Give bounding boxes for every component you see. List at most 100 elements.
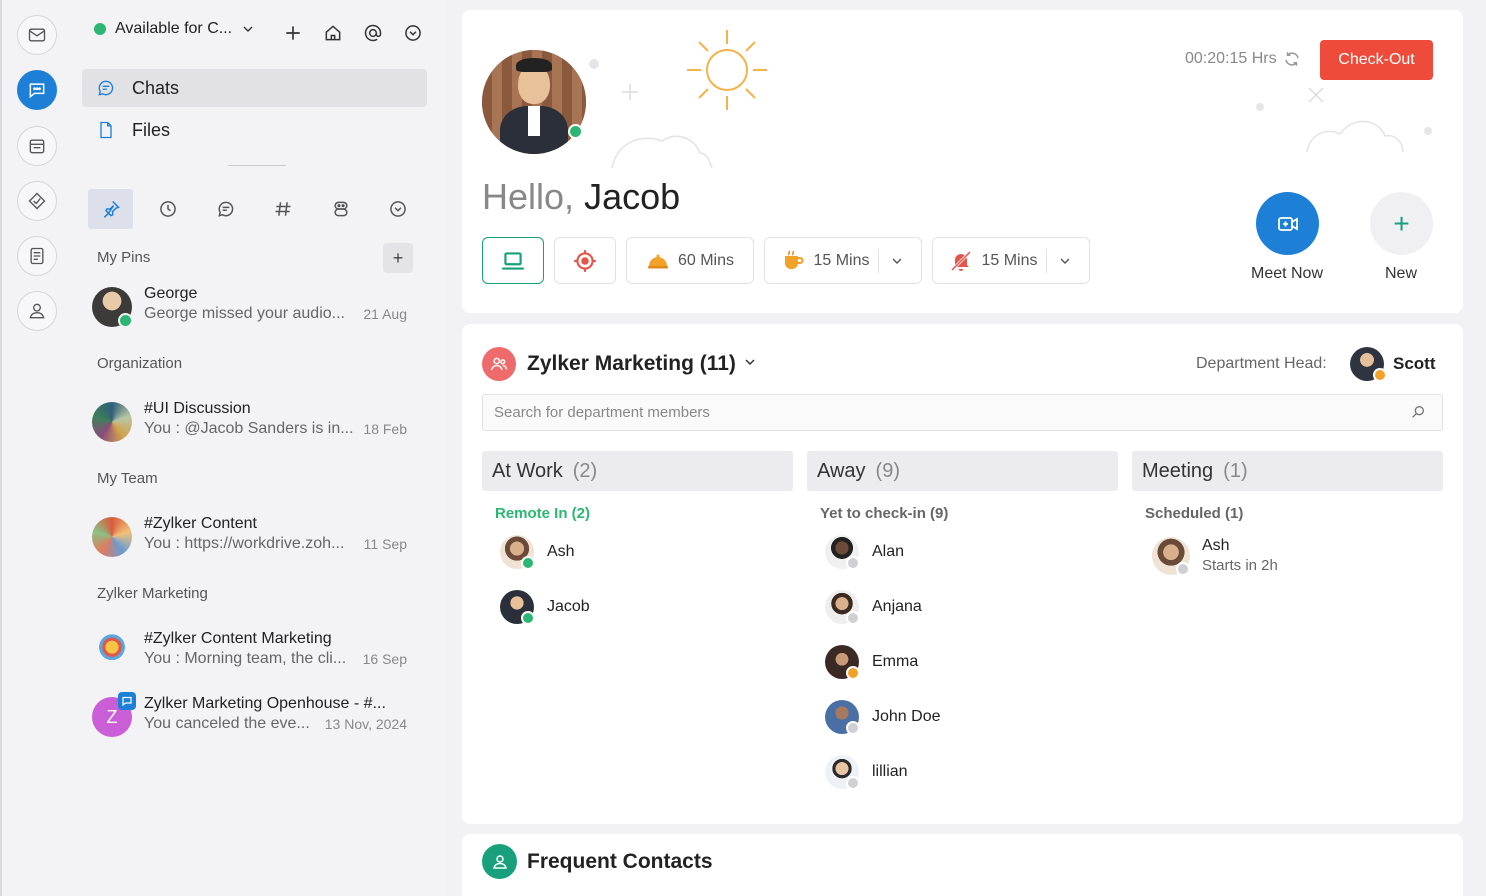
chat-panel: Available for C... Chats Files My Pins +… [70,0,446,896]
member-search-input[interactable]: Search for department members [482,394,1443,431]
nav-chats[interactable]: Chats [82,69,427,107]
top-actions [280,20,426,46]
location-button[interactable] [554,237,616,284]
member-name: Anjana [872,598,922,615]
event-chat-icon [118,692,136,710]
filter-more[interactable] [376,189,421,229]
status-badge [846,666,860,680]
chat-date: 13 Nov, 2024 [324,716,407,732]
column-header[interactable]: Meeting (1) [1132,451,1443,491]
status-dropdown[interactable]: Available for C... [94,20,256,38]
lunch-break-button[interactable]: 60 Mins [626,237,754,284]
timer-value: 00:20:15 Hrs [1185,50,1277,67]
home-icon[interactable] [320,20,346,46]
welcome-card: Hello, Jacob 00:20:15 Hrs Check-Out 60 M… [462,10,1463,313]
chevron-down-icon[interactable] [889,253,905,269]
filter-channels[interactable] [261,189,306,229]
column-count: (2) [572,459,598,482]
new-button[interactable]: + [1370,192,1433,255]
member-item[interactable]: Ash Starts in 2h [1132,522,1443,582]
plus-icon[interactable] [280,20,306,46]
filter-bots[interactable] [318,189,363,229]
column-subheading: Scheduled (1) [1145,505,1244,522]
filter-pins[interactable] [88,189,133,229]
status-dot [94,23,106,35]
department-title: Zylker Marketing (11) [527,352,736,375]
chat-bubble-icon [98,80,114,96]
chat-preview: You : Morning team, the cli... [144,650,347,667]
online-status-dot [568,124,583,139]
meeting-column: Meeting (1) Scheduled (1) Ash Starts in … [1132,451,1443,582]
member-item[interactable]: John Doe [807,687,1118,742]
chat-preview: You : https://workdrive.zoh... [144,535,345,552]
work-mode-button[interactable] [482,237,544,284]
member-item[interactable]: Emma [807,632,1118,687]
chat-item[interactable]: #UI Discussion You : @Jacob Sanders is i… [92,397,412,447]
department-head-name[interactable]: Scott [1393,354,1436,374]
status-label: Available for C... [115,20,233,37]
chevron-down-icon [745,359,755,366]
member-name: Ash [1202,537,1230,554]
mail-icon[interactable] [17,15,57,55]
member-name: Alan [872,543,905,560]
chevron-down-icon[interactable] [1057,253,1073,269]
greeting-text: Hello, [482,176,575,217]
food-cloche-icon [647,254,668,268]
chat-item[interactable]: George George missed your audio... 21 Au… [92,282,412,332]
profile-photo[interactable] [482,50,586,154]
away-badge [1373,368,1387,382]
more-dropdown-icon[interactable] [400,20,426,46]
column-header[interactable]: Away (9) [807,451,1118,491]
coffee-cup-icon [785,250,804,269]
chat-name: Zylker Marketing Openhouse - #... [144,695,386,712]
filter-recent[interactable] [146,189,191,229]
meet-now-button[interactable] [1256,192,1319,255]
work-timer: 00:20:15 Hrs [1185,50,1301,68]
filter-chats[interactable] [203,189,248,229]
department-card: Zylker Marketing (11) Department Head: S… [462,324,1463,824]
member-item[interactable]: Ash [482,522,793,577]
member-item[interactable]: Alan [807,522,1118,577]
divider [1045,248,1047,273]
column-header[interactable]: At Work (2) [482,451,793,491]
meet-now-label: Meet Now [1250,265,1324,282]
chat-preview: George missed your audio... [144,305,345,322]
contacts-icon[interactable] [17,291,57,331]
refresh-icon[interactable] [1283,50,1301,68]
chat-item[interactable]: Z Zylker Marketing Openhouse - #... You … [92,692,412,742]
pin-icon [103,200,120,218]
frequent-contacts-title: Frequent Contacts [527,850,713,873]
column-title: Meeting [1142,459,1214,482]
chat-date: 21 Aug [363,306,407,322]
member-item[interactable]: Anjana [807,577,1118,632]
calendar-icon[interactable] [17,126,57,166]
target-icon [574,249,596,272]
notes-icon[interactable] [17,236,57,276]
chat-date: 11 Sep [363,536,407,552]
do-not-disturb-button[interactable]: 15 Mins [932,237,1090,284]
tasks-icon[interactable] [17,181,57,221]
search-placeholder: Search for department members [494,404,710,421]
member-item[interactable]: Jacob [482,577,793,632]
column-subheading: Remote In (2) [495,505,591,522]
status-badge [846,611,860,625]
status-badge [521,556,535,570]
chat-item[interactable]: #Zylker Content You : https://workdrive.… [92,512,412,562]
chat-item[interactable]: #Zylker Content Marketing You : Morning … [92,627,412,677]
add-pin-button[interactable]: + [383,243,413,273]
member-name: Emma [872,653,919,670]
section-my-pins: My Pins [97,249,151,266]
member-item[interactable]: lillian [807,742,1118,797]
mention-icon[interactable] [360,20,386,46]
nav-files[interactable]: Files [82,111,427,149]
department-selector[interactable]: Zylker Marketing (11) [527,352,758,376]
column-title: At Work [492,459,563,482]
chat-preview: You canceled the eve... [144,715,310,732]
chat-name: #Zylker Content [144,515,257,532]
check-out-button[interactable]: Check-Out [1320,40,1433,80]
chat-preview: You : @Jacob Sanders is in... [144,420,354,437]
nav-files-label: Files [132,119,171,140]
coffee-break-button[interactable]: 15 Mins [764,237,922,284]
cliq-chat-icon[interactable] [17,70,57,110]
chat-name: #Zylker Content Marketing [144,630,332,647]
